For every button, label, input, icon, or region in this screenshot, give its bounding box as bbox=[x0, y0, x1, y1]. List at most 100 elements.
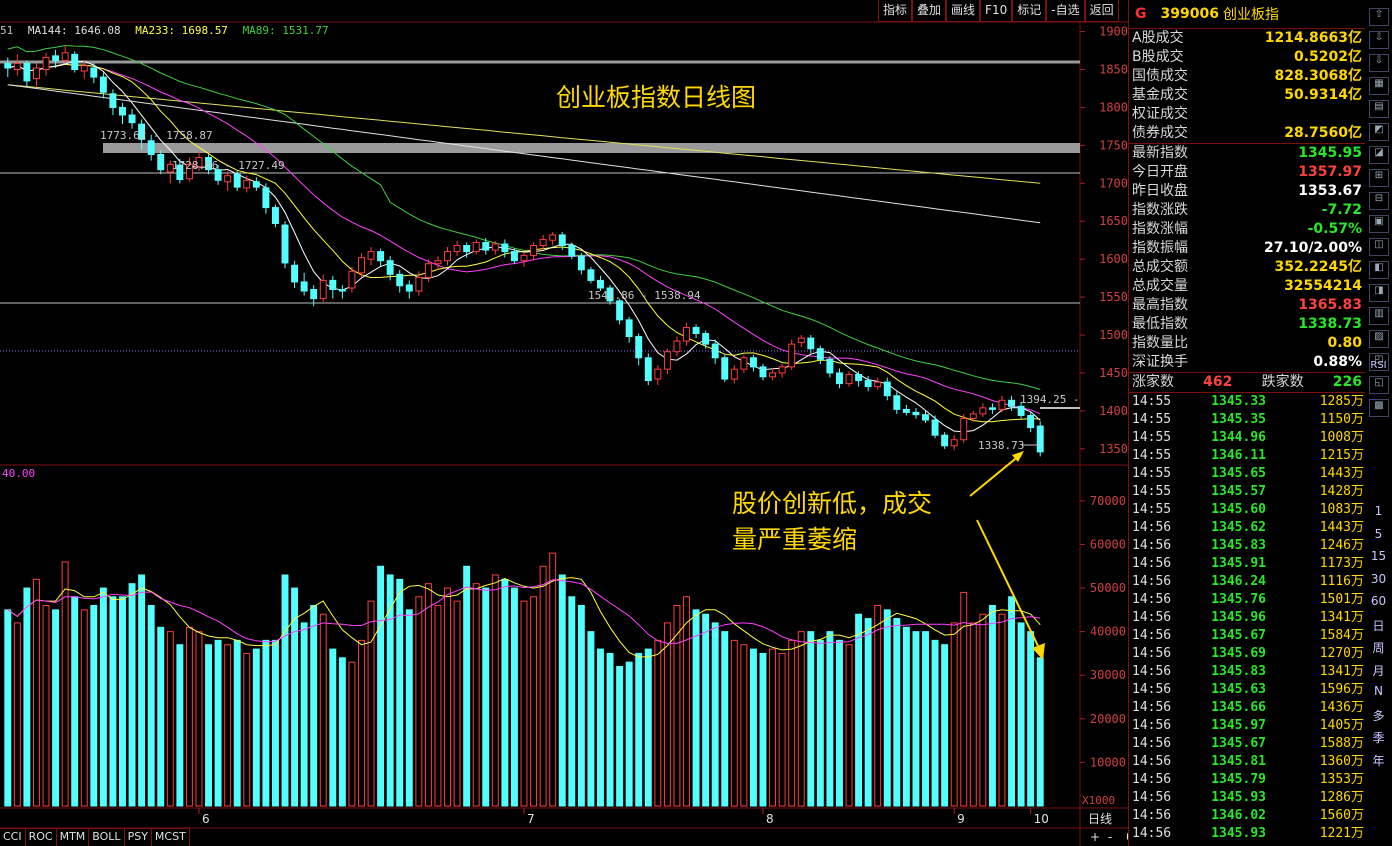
candle-body bbox=[348, 270, 356, 289]
period-3[interactable]: 30 bbox=[1365, 572, 1392, 586]
tab-boll[interactable]: BOLL bbox=[89, 828, 125, 846]
period-4[interactable]: 60 bbox=[1365, 594, 1392, 608]
side-tool-icon[interactable]: ◱ bbox=[1369, 376, 1389, 394]
advance-decline: 涨家数 462 跌家数 226 bbox=[1132, 374, 1362, 390]
volume-bar bbox=[271, 639, 279, 807]
vol-tick-label: 10000 bbox=[1090, 755, 1126, 769]
side-tool-icon[interactable]: ⊞ bbox=[1369, 169, 1389, 187]
side-tool-icon[interactable]: ▨ bbox=[1369, 330, 1389, 348]
volume-bar bbox=[444, 587, 451, 807]
period-1[interactable]: 5 bbox=[1365, 527, 1392, 541]
tick-row: 14:56 1345.76 1501万 bbox=[1132, 592, 1364, 607]
price-tick-label: 1700 bbox=[1099, 176, 1128, 190]
volume-bar bbox=[807, 631, 815, 807]
toolbar-button-0[interactable]: 指标 bbox=[878, 0, 913, 22]
candle-body bbox=[616, 300, 624, 321]
tick-row: 14:55 1345.35 1150万 bbox=[1132, 412, 1364, 427]
tab-mtm[interactable]: MTM bbox=[56, 828, 90, 846]
rsi-button[interactable]: RSI bbox=[1365, 360, 1392, 371]
volume-bar bbox=[1008, 596, 1016, 807]
side-tool-icon[interactable]: ◧ bbox=[1369, 261, 1389, 279]
side-tool-icon[interactable]: ⊟ bbox=[1369, 192, 1389, 210]
volume-bar bbox=[195, 631, 203, 807]
volume-bar bbox=[711, 622, 719, 807]
side-tool-icon[interactable]: ▥ bbox=[1369, 307, 1389, 325]
period-8[interactable]: N bbox=[1365, 684, 1392, 698]
side-tool-icon[interactable]: ⇩ bbox=[1369, 54, 1389, 72]
tab-psy[interactable]: PSY bbox=[124, 828, 152, 846]
stat-row: 指数涨跌 -7.72 bbox=[1132, 202, 1362, 218]
candle-body bbox=[874, 381, 882, 388]
side-tool-icon[interactable]: ⇩ bbox=[1369, 31, 1389, 49]
candle-body bbox=[587, 269, 595, 281]
volume-bar bbox=[740, 644, 748, 807]
side-tool-icon[interactable]: ▩ bbox=[1369, 399, 1389, 417]
index-stats-block: 最新指数 1345.95 今日开盘 1357.97 昨日收盘 1353.67 指数涨跌 -7.… bbox=[1129, 144, 1365, 372]
toolbar-button-3[interactable]: F10 bbox=[980, 0, 1013, 22]
date-tick-label: 9 bbox=[957, 812, 965, 826]
candle-body bbox=[568, 245, 576, 257]
toolbar-button-2[interactable]: 画线 bbox=[946, 0, 981, 22]
volume-bar bbox=[730, 639, 738, 807]
side-tool-icon[interactable]: ◨ bbox=[1369, 284, 1389, 302]
tick-row: 14:56 1345.83 1341万 bbox=[1132, 664, 1364, 679]
candlestick-chart[interactable]: 1900 1850 1800 1750 1700 1650 1600 1550 1500 1450… bbox=[0, 0, 1128, 846]
volume-bar bbox=[969, 622, 977, 807]
advance-count: 462 bbox=[1203, 374, 1233, 390]
candle-body bbox=[482, 241, 490, 251]
side-tool-icon[interactable]: ◪ bbox=[1369, 146, 1389, 164]
candle-body bbox=[663, 351, 671, 370]
candle-body bbox=[472, 241, 480, 253]
toolbar-button-5[interactable]: -自选 bbox=[1046, 0, 1085, 22]
price-tick-label: 1550 bbox=[1099, 290, 1128, 304]
period-11[interactable]: 年 bbox=[1365, 752, 1392, 769]
stat-row: 最高指数 1365.83 bbox=[1132, 297, 1362, 313]
tab-mcst[interactable]: MCST bbox=[151, 828, 190, 846]
period-7[interactable]: 月 bbox=[1365, 662, 1392, 679]
side-tool-icon[interactable]: ▦ bbox=[1369, 77, 1389, 95]
side-tool-icon[interactable]: ▤ bbox=[1369, 100, 1389, 118]
vol-tick-label: 20000 bbox=[1090, 712, 1126, 726]
candle-body bbox=[1008, 399, 1016, 407]
tick-row: 14:56 1345.93 1286万 bbox=[1132, 790, 1364, 805]
stat-row: 指数量比 0.80 bbox=[1132, 335, 1362, 351]
period-5[interactable]: 日 bbox=[1365, 617, 1392, 634]
volume-bar bbox=[405, 609, 413, 807]
tick-list[interactable]: 14:55 1345.33 1285万 14:55 1345.35 1150万 14:55 1… bbox=[1129, 393, 1365, 843]
stat-row: 最低指数 1338.73 bbox=[1132, 316, 1362, 332]
volume-bar bbox=[491, 574, 499, 807]
period-9[interactable]: 多 bbox=[1365, 707, 1392, 724]
volume-bar bbox=[721, 631, 729, 807]
toolbar-button-1[interactable]: 叠加 bbox=[912, 0, 947, 22]
candle-body bbox=[597, 279, 604, 289]
candle-body bbox=[99, 76, 107, 93]
toolbar-button-6[interactable]: 返回 bbox=[1084, 0, 1119, 22]
turnover-block: A股成交 1214.8663亿 B股成交 0.5202亿 国债成交 828.3068亿 基金… bbox=[1129, 29, 1365, 143]
tick-row: 14:56 1345.97 1405万 bbox=[1132, 718, 1364, 733]
label-1541: 1541.86 - 1538.94 bbox=[588, 289, 701, 302]
market-g-icon[interactable]: G bbox=[1135, 6, 1147, 22]
candle-body bbox=[233, 173, 241, 188]
volume-bar bbox=[568, 596, 576, 807]
tab-cci[interactable]: CCI bbox=[0, 828, 26, 846]
period-0[interactable]: 1 bbox=[1365, 504, 1392, 518]
period-6[interactable]: 周 bbox=[1365, 639, 1392, 656]
volume-bar bbox=[185, 626, 193, 807]
ma-prefix: 51 bbox=[0, 24, 14, 37]
tab-roc[interactable]: ROC bbox=[25, 828, 57, 846]
candle-body bbox=[912, 411, 920, 416]
volume-bar bbox=[176, 644, 184, 807]
side-tool-icon[interactable]: ◫ bbox=[1369, 238, 1389, 256]
volume-bar bbox=[673, 604, 681, 807]
volume-bar bbox=[1027, 631, 1035, 807]
toolbar-button-4[interactable]: 标记 bbox=[1012, 0, 1047, 22]
candle-body bbox=[23, 62, 31, 82]
period-2[interactable]: 15 bbox=[1365, 549, 1392, 563]
side-tool-icon[interactable]: ⇧ bbox=[1369, 8, 1389, 26]
stat-row: 指数振幅 27.10/2.00% bbox=[1132, 240, 1362, 256]
period-10[interactable]: 季 bbox=[1365, 729, 1392, 746]
side-tool-icon[interactable]: ◩ bbox=[1369, 123, 1389, 141]
volume-bar bbox=[922, 631, 929, 807]
stat-row: 指数涨幅 -0.57% bbox=[1132, 221, 1362, 237]
side-tool-icon[interactable]: ▣ bbox=[1369, 215, 1389, 233]
